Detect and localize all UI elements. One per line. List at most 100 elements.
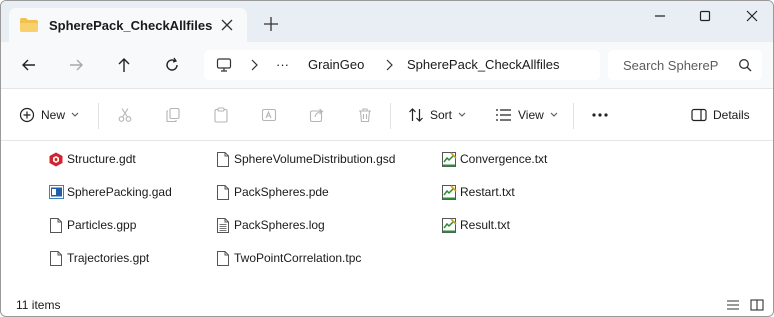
title-bar: SpherePack_CheckAllfiles bbox=[1, 1, 773, 42]
status-bar: 11 items bbox=[1, 290, 773, 316]
document-icon bbox=[215, 184, 231, 200]
rename-icon bbox=[261, 108, 277, 122]
file-name: Restart.txt bbox=[460, 185, 515, 199]
file-name: Particles.gpp bbox=[67, 218, 137, 232]
plus-circle-icon bbox=[19, 107, 35, 123]
document-icon bbox=[215, 250, 231, 266]
divider bbox=[390, 103, 391, 129]
file-item[interactable]: Result.txt bbox=[441, 215, 510, 235]
sort-label: Sort bbox=[430, 108, 453, 122]
paste-icon bbox=[214, 107, 228, 123]
file-name: PackSpheres.pde bbox=[234, 185, 329, 199]
refresh-button[interactable] bbox=[161, 54, 183, 76]
navigation-bar: ··· GrainGeo SpherePack_CheckAllfiles Se… bbox=[1, 42, 773, 88]
share-icon bbox=[309, 108, 324, 123]
refresh-icon bbox=[166, 57, 178, 71]
notepad-file-icon bbox=[441, 151, 457, 167]
details-view-icon[interactable] bbox=[726, 299, 740, 311]
computer-icon bbox=[216, 58, 232, 72]
file-name: SpherePacking.gad bbox=[67, 185, 172, 199]
close-window-button[interactable] bbox=[741, 7, 763, 25]
new-button[interactable]: New bbox=[19, 103, 79, 127]
file-name: Trajectories.gpt bbox=[67, 251, 150, 265]
file-name: Structure.gdt bbox=[67, 152, 136, 166]
file-item[interactable]: SpherePacking.gad bbox=[48, 182, 172, 202]
scissors-icon bbox=[118, 108, 132, 122]
cut-button[interactable] bbox=[117, 103, 133, 127]
details-label: Details bbox=[713, 108, 750, 122]
file-item[interactable]: Structure.gdt bbox=[48, 149, 136, 169]
close-tab-icon[interactable] bbox=[219, 17, 235, 33]
close-icon bbox=[746, 10, 758, 22]
chevron-right-icon bbox=[251, 59, 258, 71]
forward-button[interactable] bbox=[65, 54, 87, 76]
breadcrumb-graingeo[interactable]: GrainGeo bbox=[308, 57, 364, 72]
more-crumbs-icon[interactable]: ··· bbox=[276, 57, 289, 72]
address-bar[interactable]: ··· GrainGeo SpherePack_CheckAllfiles bbox=[204, 50, 600, 80]
view-label: View bbox=[518, 108, 544, 122]
more-options-button[interactable] bbox=[591, 103, 609, 127]
view-button[interactable]: View bbox=[495, 103, 558, 127]
file-item[interactable]: TwoPointCorrelation.tpc bbox=[215, 248, 361, 268]
tab-title: SpherePack_CheckAllfiles bbox=[49, 17, 213, 33]
tiles-view-icon[interactable] bbox=[750, 299, 764, 311]
details-pane-button[interactable]: Details bbox=[691, 103, 750, 127]
arrow-right-icon bbox=[70, 59, 83, 71]
arrow-up-icon bbox=[118, 58, 130, 72]
trash-icon bbox=[359, 108, 371, 123]
new-tab-icon[interactable] bbox=[263, 16, 279, 32]
maximize-icon bbox=[699, 10, 711, 22]
chevron-down-icon bbox=[458, 112, 466, 117]
file-name: TwoPointCorrelation.tpc bbox=[234, 251, 362, 265]
tab-current-folder[interactable]: SpherePack_CheckAllfiles bbox=[9, 8, 247, 42]
search-box[interactable]: Search SphereP bbox=[608, 50, 762, 80]
command-bar: New Sort View Details bbox=[1, 88, 773, 141]
copy-icon bbox=[166, 107, 180, 123]
minimize-button[interactable] bbox=[649, 7, 671, 25]
item-count: 11 items bbox=[16, 298, 61, 312]
file-item[interactable]: PackSpheres.pde bbox=[215, 182, 329, 202]
file-item[interactable]: PackSpheres.log bbox=[215, 215, 325, 235]
sort-icon bbox=[409, 108, 423, 122]
file-item[interactable]: SphereVolumeDistribution.gsd bbox=[215, 149, 395, 169]
copy-button[interactable] bbox=[165, 103, 181, 127]
file-item[interactable]: Restart.txt bbox=[441, 182, 515, 202]
file-item[interactable]: Particles.gpp bbox=[48, 215, 136, 235]
minimize-icon bbox=[655, 15, 665, 17]
file-item[interactable]: Trajectories.gpt bbox=[48, 248, 149, 268]
gdt-file-icon bbox=[48, 151, 64, 167]
up-button[interactable] bbox=[113, 54, 135, 76]
paste-button[interactable] bbox=[213, 103, 229, 127]
divider bbox=[98, 103, 99, 129]
back-button[interactable] bbox=[18, 54, 40, 76]
gad-file-icon bbox=[48, 184, 64, 200]
delete-button[interactable] bbox=[357, 103, 373, 127]
file-list: Structure.gdt SpherePacking.gad Particle… bbox=[1, 142, 773, 290]
document-icon bbox=[48, 250, 64, 266]
arrow-left-icon bbox=[22, 59, 35, 71]
new-label: New bbox=[41, 108, 66, 122]
sort-button[interactable]: Sort bbox=[408, 103, 466, 127]
share-button[interactable] bbox=[309, 103, 325, 127]
maximize-button[interactable] bbox=[694, 7, 716, 25]
details-pane-icon bbox=[691, 108, 707, 122]
folder-icon bbox=[20, 18, 38, 32]
search-placeholder: Search SphereP bbox=[623, 58, 719, 73]
notepad-file-icon bbox=[441, 217, 457, 233]
chevron-right-icon bbox=[386, 59, 393, 71]
ellipsis-icon bbox=[592, 113, 608, 117]
file-name: SphereVolumeDistribution.gsd bbox=[234, 152, 396, 166]
view-list-icon bbox=[496, 109, 511, 121]
file-name: PackSpheres.log bbox=[234, 218, 325, 232]
chevron-down-icon bbox=[71, 112, 79, 117]
document-icon bbox=[215, 151, 231, 167]
search-icon bbox=[739, 59, 752, 72]
file-explorer-window: SpherePack_CheckAllfiles ··· GrainGeo Sp… bbox=[0, 0, 774, 317]
breadcrumb-current[interactable]: SpherePack_CheckAllfiles bbox=[407, 57, 559, 72]
rename-button[interactable] bbox=[261, 103, 277, 127]
file-item[interactable]: Convergence.txt bbox=[441, 149, 547, 169]
log-file-icon bbox=[215, 217, 231, 233]
divider bbox=[573, 103, 574, 129]
notepad-file-icon bbox=[441, 184, 457, 200]
document-icon bbox=[48, 217, 64, 233]
